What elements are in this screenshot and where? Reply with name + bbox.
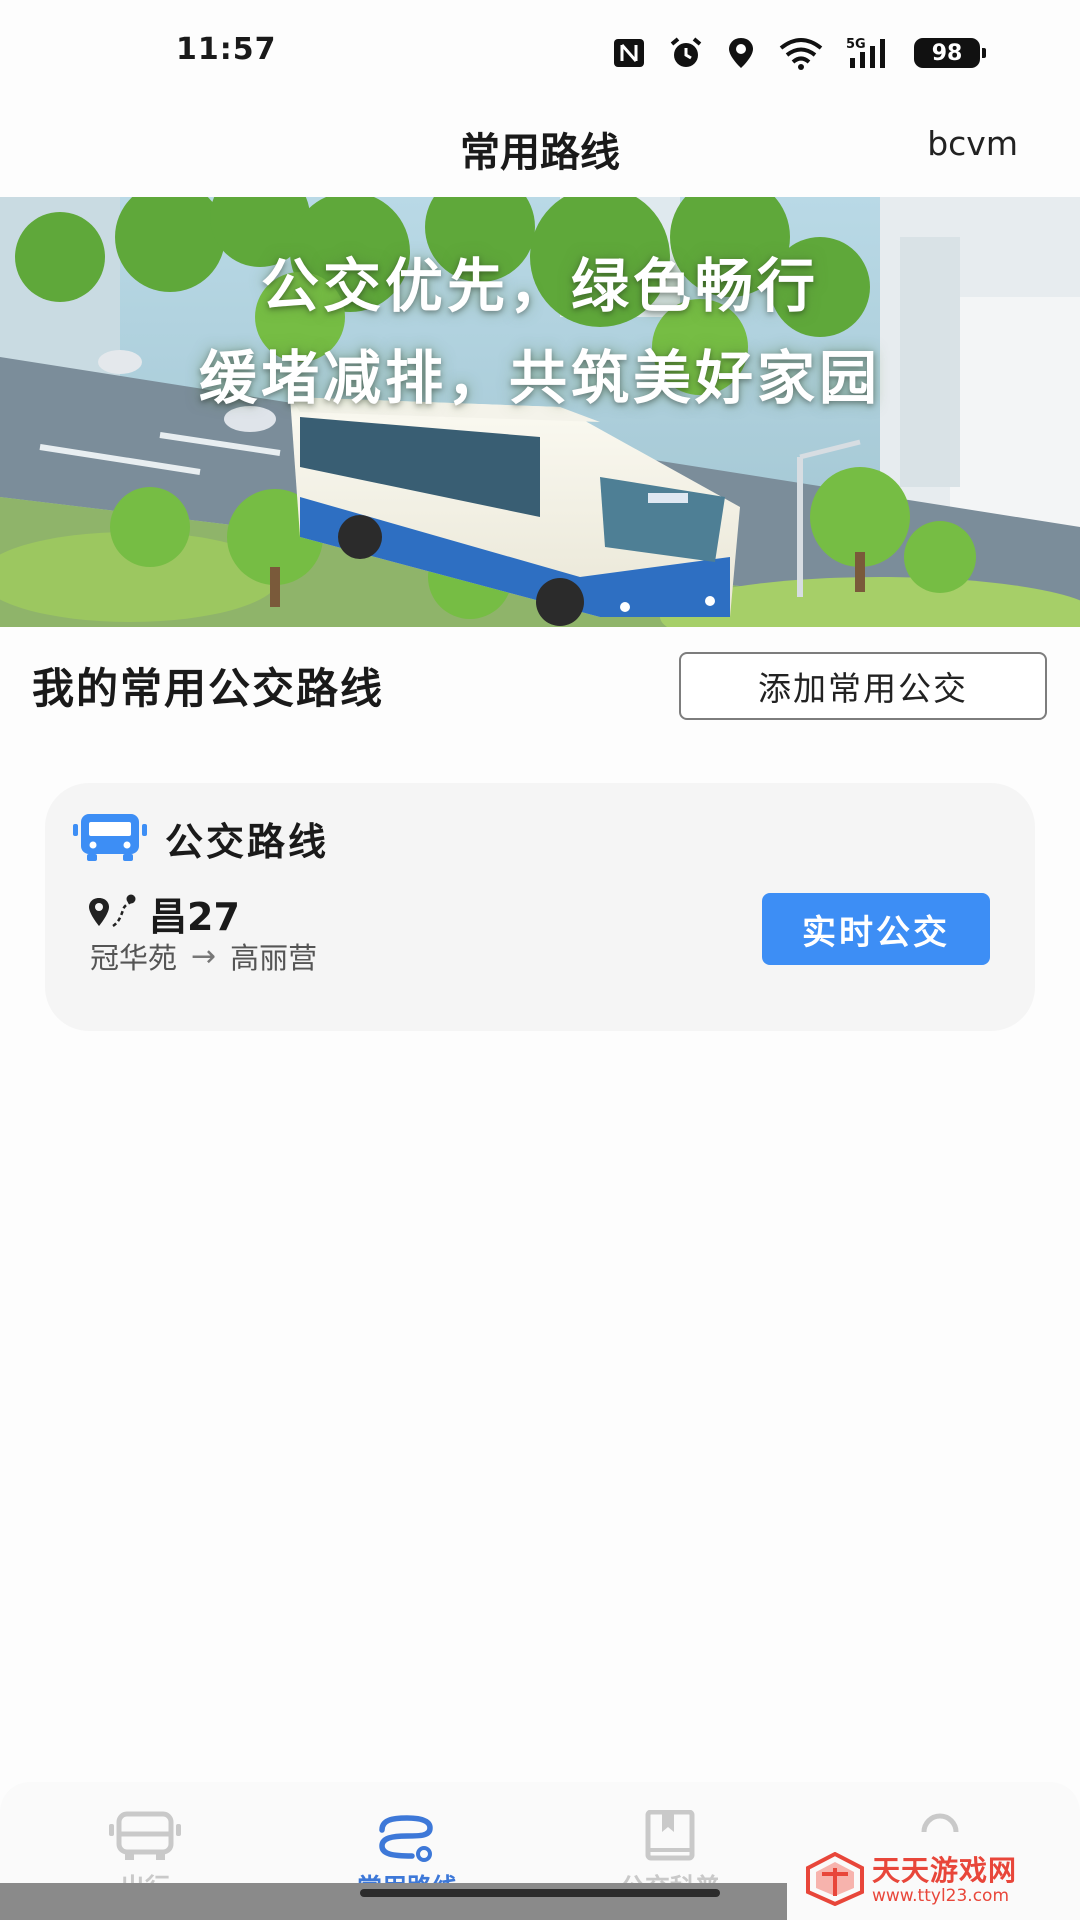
bus-icon (107, 1811, 183, 1866)
arrow-right-icon: → (191, 938, 217, 974)
watermark-logo-icon (806, 1851, 864, 1910)
route-icon (372, 1815, 442, 1866)
add-favorite-bus-button[interactable]: 添加常用公交 (679, 652, 1047, 720)
home-indicator[interactable] (360, 1889, 720, 1897)
route-row: 昌27 (87, 886, 240, 941)
status-icons: 5G 98 (612, 36, 986, 70)
status-bar: 11:57 5G 98 (0, 0, 1080, 100)
card-header: 公交路线 (73, 811, 329, 866)
card-title: 公交路线 (165, 820, 330, 864)
route-pin-icon (87, 892, 137, 936)
alarm-icon (668, 36, 704, 70)
app-screen: 11:57 5G 98 常用路线 bcvm 公交优先，绿色畅行 缓堵减排，共筑美… (0, 0, 1080, 1920)
title-bar: 常用路线 bcvm (0, 100, 1080, 195)
svg-text:5G: 5G (846, 37, 866, 52)
section-title: 我的常用公交路线 (32, 664, 385, 713)
destination-stop: 高丽营 (230, 941, 318, 975)
watermark-name: 天天游戏网 (872, 1854, 1018, 1887)
watermark-url: www.ttyl23.com (872, 1886, 1010, 1906)
origin-stop: 冠华苑 (90, 941, 178, 975)
status-time: 11:57 (176, 32, 277, 67)
site-watermark: 天天游戏网 www.ttyl23.com (806, 1851, 1018, 1910)
nfc-icon (612, 37, 646, 69)
realtime-bus-button[interactable]: 实时公交 (762, 893, 990, 965)
signal-5g-icon: 5G (846, 36, 892, 70)
page-title: 常用路线 (460, 130, 620, 176)
user-name[interactable]: bcvm (927, 124, 1018, 163)
promo-banner[interactable]: 公交优先，绿色畅行 缓堵减排，共筑美好家园 (0, 197, 1080, 627)
location-icon (726, 36, 756, 70)
watermark-text: 天天游戏网 www.ttyl23.com (872, 1854, 1018, 1907)
route-stops: 冠华苑 → 高丽营 (90, 935, 317, 977)
wifi-icon (778, 36, 824, 70)
battery-indicator: 98 (914, 38, 986, 68)
route-card[interactable]: 公交路线 昌27 冠华苑 → 高丽营 实时公交 (45, 783, 1035, 1031)
bus-icon (73, 812, 147, 866)
banner-slogan-line-2: 缓堵减排，共筑美好家园 (198, 344, 881, 412)
book-icon (640, 1809, 700, 1866)
banner-slogan-line-1: 公交优先，绿色畅行 (260, 252, 819, 320)
route-number: 昌27 (149, 895, 240, 939)
